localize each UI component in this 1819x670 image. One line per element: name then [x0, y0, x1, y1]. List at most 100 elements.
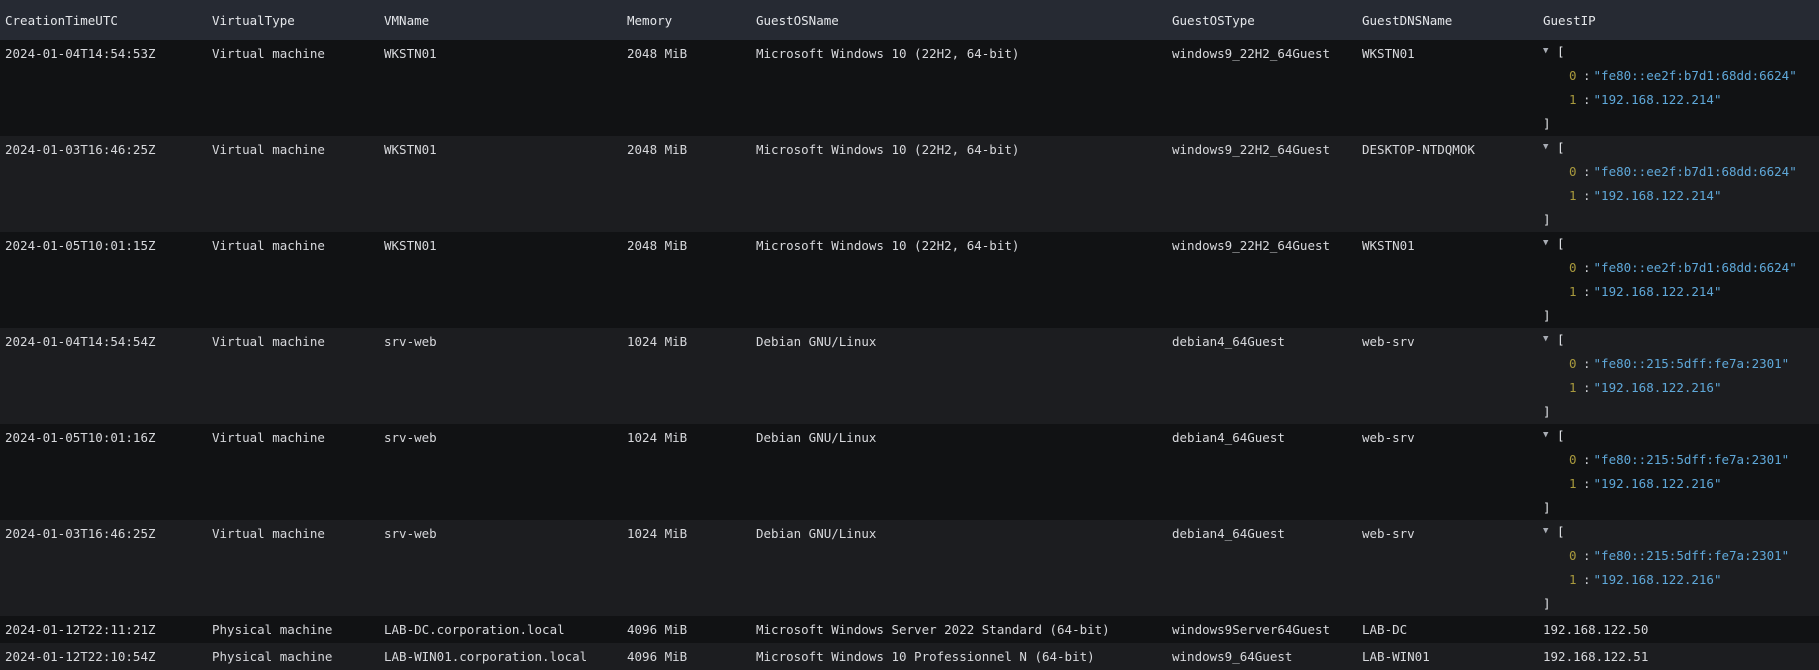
cell-guest-os-type: debian4_64Guest	[1172, 526, 1285, 541]
json-index: 0	[1569, 260, 1577, 275]
cell-creation-time: 2024-01-12T22:10:54Z	[5, 649, 156, 664]
json-index: 0	[1569, 68, 1577, 83]
cell-guest-os-name: Microsoft Windows 10 (22H2, 64-bit)	[756, 142, 1020, 157]
json-index: 0	[1569, 452, 1577, 467]
json-close-bracket: ]	[1543, 404, 1551, 419]
json-array: ▼[ 0: "fe80::215:5dff:fe7a:2301" 1: "192.1…	[1543, 328, 1819, 424]
cell-creation-time: 2024-01-04T14:54:54Z	[5, 334, 156, 349]
cell-memory: 4096 MiB	[627, 649, 688, 664]
column-header-guestdnsname[interactable]: GuestDNSName	[1357, 0, 1538, 40]
cell-creation-time: 2024-01-05T10:01:16Z	[5, 430, 156, 445]
table-row[interactable]: 2024-01-12T22:11:21Z Physical machine LA…	[0, 616, 1819, 643]
table-row[interactable]: 2024-01-04T14:54:54Z Virtual machine srv…	[0, 328, 1819, 424]
json-string-value: "192.168.122.214"	[1593, 92, 1722, 107]
json-open-bracket: [	[1557, 236, 1565, 251]
cell-virtual-type: Virtual machine	[212, 238, 325, 253]
cell-guest-os-name: Microsoft Windows 10 (22H2, 64-bit)	[756, 46, 1020, 61]
cell-vm-name: LAB-WIN01.corporation.local	[384, 649, 588, 664]
cell-guest-ip: ▼[ 0: "fe80::ee2f:b7d1:68dd:6624" 1: "192.…	[1538, 232, 1819, 328]
cell-guest-dns-name: web-srv	[1362, 526, 1415, 541]
table-row[interactable]: 2024-01-05T10:01:15Z Virtual machine WKS…	[0, 232, 1819, 328]
cell-creation-time: 2024-01-12T22:11:21Z	[5, 622, 156, 637]
cell-guest-ip: ▼[ 0: "fe80::215:5dff:fe7a:2301" 1: "192.1…	[1538, 424, 1819, 520]
caret-down-icon[interactable]: ▼	[1543, 40, 1557, 63]
json-array: ▼[ 0: "fe80::215:5dff:fe7a:2301" 1: "192.1…	[1543, 520, 1819, 616]
json-array: ▼[ 0: "fe80::ee2f:b7d1:68dd:6624" 1: "192.…	[1543, 136, 1819, 232]
json-index: 0	[1569, 164, 1577, 179]
cell-creation-time: 2024-01-04T14:54:53Z	[5, 46, 156, 61]
cell-virtual-type: Virtual machine	[212, 142, 325, 157]
cell-guest-ip: ▼[ 0: "fe80::215:5dff:fe7a:2301" 1: "192.1…	[1538, 520, 1819, 616]
cell-vm-name: WKSTN01	[384, 142, 437, 157]
cell-memory: 2048 MiB	[627, 142, 688, 157]
cell-memory: 4096 MiB	[627, 622, 688, 637]
json-index: 1	[1569, 476, 1577, 491]
table-row[interactable]: 2024-01-12T22:10:54Z Physical machine LA…	[0, 643, 1819, 670]
json-string-value: "fe80::ee2f:b7d1:68dd:6624"	[1593, 260, 1797, 275]
cell-guest-os-type: windows9_22H2_64Guest	[1172, 142, 1331, 157]
json-colon: :	[1583, 572, 1591, 587]
cell-virtual-type: Virtual machine	[212, 430, 325, 445]
cell-guest-ip: ▼[ 0: "fe80::215:5dff:fe7a:2301" 1: "192.1…	[1538, 328, 1819, 424]
json-array: ▼[ 0: "fe80::215:5dff:fe7a:2301" 1: "192.1…	[1543, 424, 1819, 520]
json-close-bracket: ]	[1543, 500, 1551, 515]
json-index: 1	[1569, 284, 1577, 299]
json-string-value: "fe80::215:5dff:fe7a:2301"	[1593, 452, 1790, 467]
cell-guest-dns-name: web-srv	[1362, 430, 1415, 445]
json-index: 1	[1569, 380, 1577, 395]
json-string-value: "fe80::ee2f:b7d1:68dd:6624"	[1593, 164, 1797, 179]
column-header-memory[interactable]: Memory	[622, 0, 751, 40]
table-row[interactable]: 2024-01-04T14:54:53Z Virtual machine WKS…	[0, 40, 1819, 136]
cell-guest-os-type: windows9Server64Guest	[1172, 622, 1331, 637]
caret-down-icon[interactable]: ▼	[1543, 328, 1557, 351]
cell-guest-ip: 192.168.122.51	[1543, 649, 1649, 664]
cell-virtual-type: Virtual machine	[212, 334, 325, 349]
cell-guest-dns-name: DESKTOP-NTDQMOK	[1362, 142, 1475, 157]
json-open-bracket: [	[1557, 428, 1565, 443]
json-index: 0	[1569, 356, 1577, 371]
cell-guest-os-name: Microsoft Windows 10 Professionnel N (64…	[756, 649, 1095, 664]
cell-guest-os-name: Debian GNU/Linux	[756, 334, 877, 349]
json-open-bracket: [	[1557, 140, 1565, 155]
json-string-value: "fe80::215:5dff:fe7a:2301"	[1593, 548, 1790, 563]
cell-memory: 2048 MiB	[627, 238, 688, 253]
cell-memory: 2048 MiB	[627, 46, 688, 61]
table-row[interactable]: 2024-01-03T16:46:25Z Virtual machine srv…	[0, 520, 1819, 616]
cell-creation-time: 2024-01-03T16:46:25Z	[5, 142, 156, 157]
caret-down-icon[interactable]: ▼	[1543, 136, 1557, 159]
column-header-creationtimeutc[interactable]: CreationTimeUTC	[0, 0, 207, 40]
cell-guest-os-name: Debian GNU/Linux	[756, 430, 877, 445]
column-header-guestostype[interactable]: GuestOSType	[1167, 0, 1357, 40]
caret-down-icon[interactable]: ▼	[1543, 424, 1557, 447]
cell-guest-dns-name: LAB-DC	[1362, 622, 1408, 637]
cell-virtual-type: Virtual machine	[212, 526, 325, 541]
table-row[interactable]: 2024-01-03T16:46:25Z Virtual machine WKS…	[0, 136, 1819, 232]
cell-guest-ip: 192.168.122.50	[1543, 622, 1649, 637]
json-colon: :	[1583, 452, 1591, 467]
json-colon: :	[1583, 188, 1591, 203]
json-open-bracket: [	[1557, 524, 1565, 539]
cell-guest-dns-name: WKSTN01	[1362, 46, 1415, 61]
caret-down-icon[interactable]: ▼	[1543, 232, 1557, 255]
json-colon: :	[1583, 380, 1591, 395]
json-open-bracket: [	[1557, 332, 1565, 347]
json-close-bracket: ]	[1543, 308, 1551, 323]
json-index: 1	[1569, 188, 1577, 203]
cell-memory: 1024 MiB	[627, 334, 688, 349]
json-string-value: "192.168.122.216"	[1593, 476, 1722, 491]
column-header-guestosname[interactable]: GuestOSName	[751, 0, 1167, 40]
cell-guest-os-name: Microsoft Windows 10 (22H2, 64-bit)	[756, 238, 1020, 253]
table-row[interactable]: 2024-01-05T10:01:16Z Virtual machine srv…	[0, 424, 1819, 520]
cell-memory: 1024 MiB	[627, 526, 688, 541]
column-header-vmname[interactable]: VMName	[379, 0, 622, 40]
caret-down-icon[interactable]: ▼	[1543, 520, 1557, 543]
column-header-guestip[interactable]: GuestIP	[1538, 0, 1819, 40]
json-array: ▼[ 0: "fe80::ee2f:b7d1:68dd:6624" 1: "192.…	[1543, 232, 1819, 328]
json-array: ▼[ 0: "fe80::ee2f:b7d1:68dd:6624" 1: "192.…	[1543, 40, 1819, 136]
cell-vm-name: LAB-DC.corporation.local	[384, 622, 565, 637]
column-header-virtualtype[interactable]: VirtualType	[207, 0, 379, 40]
cell-guest-dns-name: web-srv	[1362, 334, 1415, 349]
json-colon: :	[1583, 476, 1591, 491]
cell-guest-os-type: windows9_64Guest	[1172, 649, 1293, 664]
cell-guest-dns-name: WKSTN01	[1362, 238, 1415, 253]
